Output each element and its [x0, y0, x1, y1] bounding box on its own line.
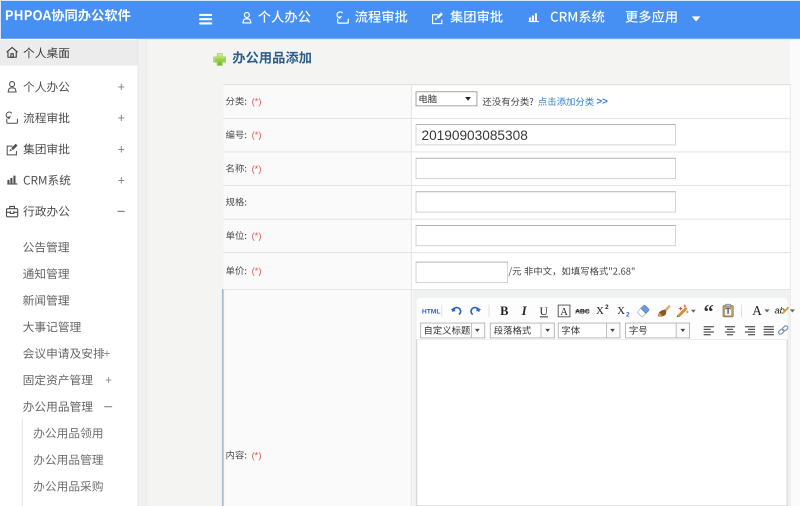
svg-text:B: B	[500, 304, 508, 318]
svg-text:X: X	[596, 305, 604, 317]
svg-text:+: +	[118, 111, 125, 125]
svg-text:T: T	[726, 307, 731, 316]
svg-text:+: +	[118, 173, 125, 187]
svg-text:20190903085308: 20190903085308	[421, 128, 527, 143]
svg-text:A: A	[560, 307, 568, 318]
svg-text:+: +	[118, 142, 125, 156]
svg-text:A: A	[752, 303, 762, 318]
svg-text:>>: >>	[596, 97, 608, 108]
svg-text:HTML: HTML	[422, 308, 441, 315]
svg-text:ab: ab	[774, 306, 784, 316]
svg-text:(*): (*)	[252, 97, 262, 107]
svg-text:2: 2	[605, 304, 609, 311]
svg-text:2: 2	[626, 311, 630, 318]
svg-text:+: +	[118, 80, 125, 94]
svg-text:ABC: ABC	[575, 308, 590, 315]
svg-text:(*): (*)	[252, 164, 262, 174]
svg-text:+: +	[105, 374, 112, 387]
svg-text:“: “	[704, 301, 714, 323]
svg-text:(*): (*)	[252, 231, 262, 241]
svg-text:X: X	[617, 305, 625, 317]
svg-text:(*): (*)	[252, 130, 262, 140]
svg-text:+: +	[104, 348, 111, 361]
svg-text:U: U	[540, 305, 549, 318]
svg-text:I: I	[521, 304, 528, 318]
svg-text:(*): (*)	[252, 266, 262, 276]
svg-text:(*): (*)	[252, 451, 262, 461]
